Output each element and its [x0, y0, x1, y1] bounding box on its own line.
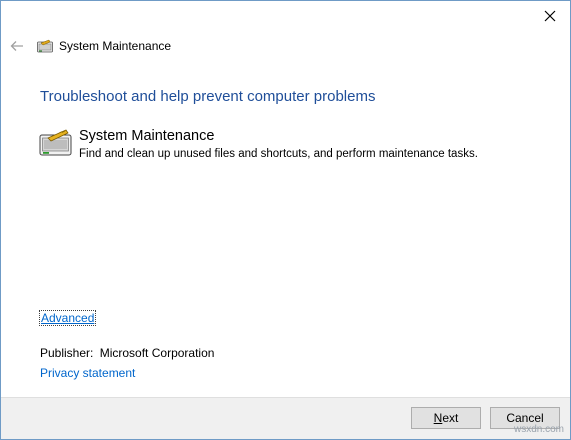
close-button[interactable] — [538, 5, 562, 27]
task-title: System Maintenance — [79, 128, 215, 144]
next-mnemonic: N — [433, 411, 443, 425]
advanced-link[interactable]: Advanced — [39, 310, 97, 326]
privacy-statement-link[interactable]: Privacy statement — [40, 366, 135, 380]
system-maintenance-small-icon — [37, 39, 53, 53]
troubleshooter-window: System Maintenance Troubleshoot and help… — [0, 0, 571, 440]
back-arrow-icon — [10, 41, 23, 51]
window-title: System Maintenance — [59, 39, 172, 53]
next-label-rest: ext — [442, 411, 459, 425]
publisher-label: Publisher: — [40, 346, 94, 360]
system-maintenance-icon — [39, 129, 72, 156]
publisher-value: Microsoft Corporation — [99, 346, 215, 360]
next-button[interactable]: Next — [411, 407, 481, 429]
footer-bar: Next Cancel wsxdn.com — [1, 397, 570, 439]
watermark: wsxdn.com — [513, 424, 564, 435]
publisher-info: Publisher: Microsoft Corporation — [40, 346, 214, 360]
task-description: Find and clean up unused files and short… — [79, 148, 478, 160]
close-icon — [544, 10, 556, 22]
back-button[interactable] — [8, 37, 26, 55]
page-heading: Troubleshoot and help prevent computer p… — [40, 88, 376, 105]
